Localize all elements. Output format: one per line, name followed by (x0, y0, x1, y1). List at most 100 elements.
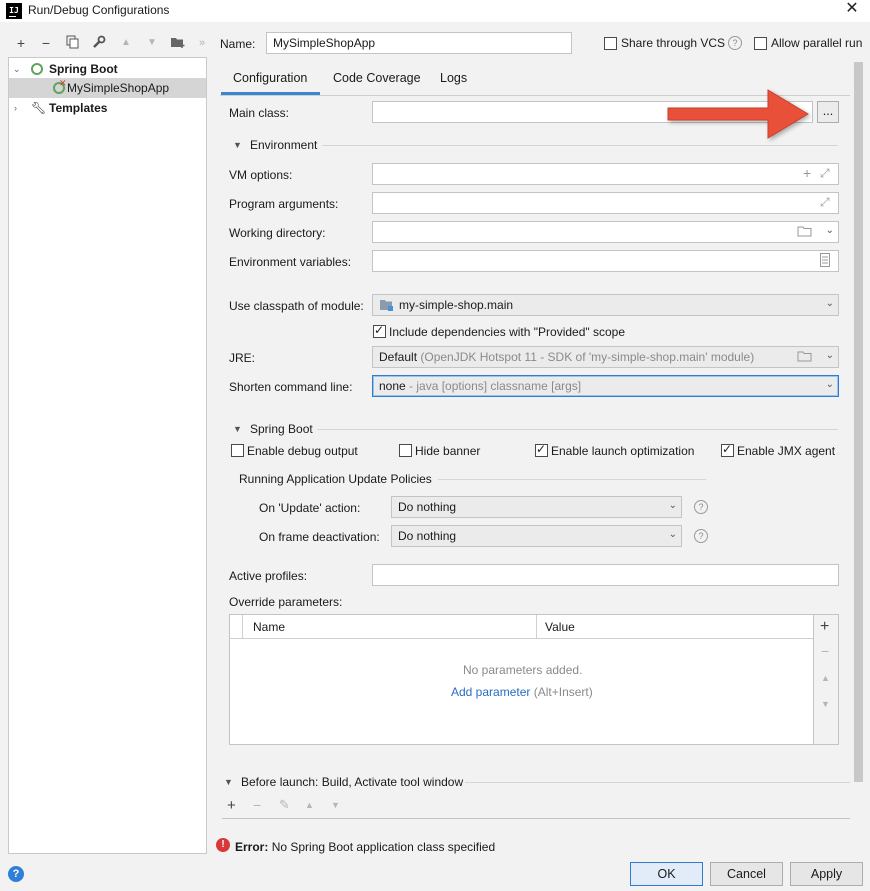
working-directory-label: Working directory: (229, 226, 326, 240)
shorten-command-select[interactable]: none - java [options] classname [args] ⌄ (372, 375, 839, 397)
tree-item-label: Templates (49, 101, 108, 115)
move-up-icon[interactable]: ▲ (305, 800, 314, 810)
folder-icon[interactable] (797, 349, 813, 366)
table-toolbar: + − ▲ ▼ (814, 614, 839, 745)
move-up-icon[interactable]: ▲ (118, 35, 134, 51)
chevron-down-icon[interactable]: ⌄ (826, 225, 834, 236)
collapse-icon[interactable]: ▼ (233, 424, 242, 434)
vm-options-input[interactable]: + ⤢ (372, 163, 839, 185)
active-profiles-input[interactable] (372, 564, 839, 586)
add-parameter-icon[interactable]: + (820, 618, 829, 636)
jmx-agent-label: Enable JMX agent (737, 444, 836, 458)
cancel-button[interactable]: Cancel (710, 862, 783, 886)
debug-output-checkbox[interactable] (231, 444, 244, 457)
launch-optimization-label: Enable launch optimization (551, 444, 695, 458)
ok-button[interactable]: OK (630, 862, 703, 886)
override-parameters-label: Override parameters: (229, 595, 343, 609)
tree-item-spring-boot[interactable]: ⌄ Spring Boot (9, 59, 206, 79)
share-vcs-label: Share through VCS (621, 36, 726, 50)
working-directory-input[interactable]: ⌄ (372, 221, 839, 243)
jre-value: Default (379, 350, 418, 364)
move-down-icon[interactable]: ▼ (144, 35, 160, 51)
section-divider (322, 145, 838, 146)
add-parameter-row: Add parameter (Alt+Insert) (451, 685, 593, 699)
include-dependencies-checkbox[interactable] (373, 323, 386, 338)
name-input[interactable]: MySimpleShopApp (266, 32, 572, 54)
hide-banner-checkbox[interactable] (399, 444, 412, 457)
classpath-module-select[interactable]: my-simple-shop.main ⌄ (372, 294, 839, 316)
on-frame-select[interactable]: Do nothing ⌄ (391, 525, 682, 547)
remove-task-icon[interactable]: − (253, 797, 261, 813)
add-icon[interactable]: + (13, 35, 29, 51)
wrench-icon: 🔧︎ (31, 101, 47, 115)
chevron-down-icon[interactable]: ⌄ (826, 298, 834, 309)
move-down-icon[interactable]: ▼ (331, 800, 340, 810)
document-icon[interactable] (820, 253, 830, 270)
add-parameter-link[interactable]: Add parameter (451, 685, 530, 699)
tab-logs[interactable]: Logs (440, 71, 467, 85)
chevron-down-icon[interactable]: ⌄ (826, 379, 834, 390)
override-parameters-table: Name Value No parameters added. Add para… (229, 614, 814, 745)
chevron-down-icon[interactable]: ⌄ (669, 529, 677, 540)
task-list-edge (222, 818, 850, 820)
column-divider (242, 615, 243, 639)
copy-icon[interactable] (65, 35, 81, 51)
environment-variables-label: Environment variables: (229, 255, 352, 269)
folder-add-icon[interactable] (170, 35, 186, 51)
on-update-select[interactable]: Do nothing ⌄ (391, 496, 682, 518)
environment-variables-input[interactable] (372, 250, 839, 272)
column-header-name[interactable]: Name (253, 620, 285, 634)
scrollbar[interactable] (854, 62, 863, 782)
wrench-icon[interactable] (91, 35, 107, 51)
error-icon: ! (216, 838, 230, 852)
help-icon[interactable]: ? (728, 36, 742, 50)
column-header-value[interactable]: Value (545, 620, 575, 634)
collapse-icon[interactable]: ▼ (224, 777, 233, 787)
expand-icon[interactable]: ⤢ (820, 195, 830, 210)
environment-section-title: Environment (250, 138, 318, 152)
name-input-value: MySimpleShopApp (273, 36, 376, 50)
close-icon[interactable]: ✕ (840, 0, 864, 20)
tab-configuration[interactable]: Configuration (233, 71, 307, 85)
window-title: Run/Debug Configurations (28, 3, 170, 17)
tree-item-templates[interactable]: › 🔧︎ Templates (9, 98, 206, 118)
help-button[interactable]: ? (8, 866, 24, 882)
classpath-module-label: Use classpath of module: (229, 299, 364, 313)
edit-task-icon[interactable]: ✎ (279, 797, 290, 813)
move-up-icon[interactable]: ▲ (821, 673, 830, 683)
on-update-label: On 'Update' action: (259, 501, 361, 515)
remove-parameter-icon[interactable]: − (821, 643, 829, 659)
chevron-down-icon[interactable]: ⌄ (669, 500, 677, 511)
chevron-right-icon[interactable]: › (14, 98, 17, 118)
chevron-down-icon[interactable]: ⌄ (13, 59, 21, 79)
help-icon[interactable]: ? (694, 529, 708, 543)
add-task-icon[interactable]: + (227, 797, 236, 814)
share-vcs-checkbox[interactable] (604, 37, 617, 50)
expand-icon[interactable]: ⤢ (820, 166, 830, 181)
parallel-run-checkbox[interactable] (754, 37, 767, 50)
tab-code-coverage[interactable]: Code Coverage (333, 71, 421, 85)
program-arguments-input[interactable]: ⤢ (372, 192, 839, 214)
folder-icon[interactable] (797, 224, 813, 241)
debug-output-label: Enable debug output (247, 444, 358, 458)
apply-button[interactable]: Apply (790, 862, 863, 886)
launch-optimization-checkbox[interactable] (535, 442, 548, 457)
remove-icon[interactable]: − (38, 35, 54, 51)
help-icon[interactable]: ? (694, 500, 708, 514)
jre-select[interactable]: Default (OpenJDK Hotspot 11 - SDK of 'my… (372, 346, 839, 368)
collapse-icon[interactable]: ▼ (233, 140, 242, 150)
expand-toolbar-icon[interactable]: » (194, 35, 210, 51)
chevron-down-icon[interactable]: ⌄ (826, 350, 834, 361)
move-down-icon[interactable]: ▼ (821, 699, 830, 709)
program-arguments-label: Program arguments: (229, 197, 339, 211)
browse-main-class-button[interactable]: ... (817, 101, 839, 123)
empty-table-text: No parameters added. (463, 663, 583, 677)
jmx-agent-checkbox[interactable] (721, 442, 734, 457)
tree-item-mysimpleshopapp[interactable]: ✕ MySimpleShopApp (9, 78, 206, 98)
jre-hint: (OpenJDK Hotspot 11 - SDK of 'my-simple-… (420, 350, 755, 364)
plus-icon[interactable]: + (803, 165, 811, 181)
configurations-tree: ⌄ Spring Boot ✕ MySimpleShopApp › 🔧︎ Tem… (8, 57, 207, 854)
module-folder-icon (379, 298, 395, 315)
section-divider (317, 429, 838, 430)
on-frame-value: Do nothing (398, 529, 457, 543)
